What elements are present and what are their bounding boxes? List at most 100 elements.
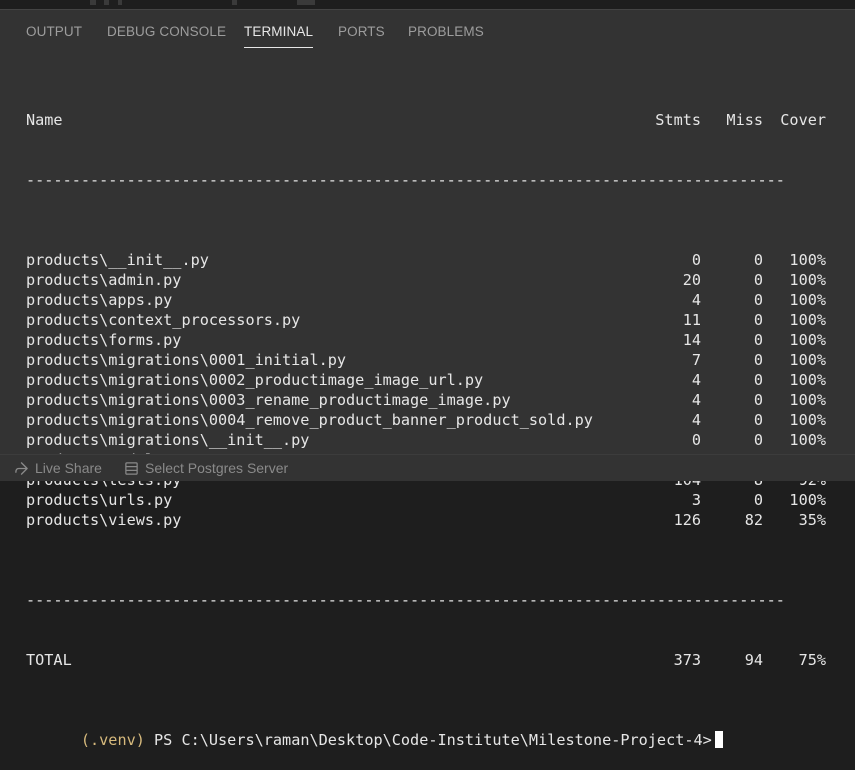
venv-indicator: (.venv): [80, 731, 145, 749]
editor-text-fragment: [104, 0, 109, 5]
coverage-row: products\migrations\__init__.py 0 0 100%: [26, 430, 826, 450]
live-share-label: Live Share: [35, 460, 102, 476]
status-bar: Live Share Select Postgres Server: [0, 454, 855, 481]
active-tab-indicator: [244, 47, 314, 48]
coverage-row: products\apps.py 4 0 100%: [26, 290, 826, 310]
file-path: products\migrations\__init__.py: [26, 431, 310, 449]
separator-line: ----------------------------------------…: [26, 170, 783, 190]
header-miss: Miss: [726, 111, 763, 129]
select-postgres-server-button[interactable]: Select Postgres Server: [124, 460, 288, 476]
bottom-panel: OUTPUT DEBUG CONSOLE TERMINAL PORTS PROB…: [0, 9, 855, 749]
cover-value: 100%: [789, 271, 826, 289]
coverage-row: products\admin.py 20 0 100%: [26, 270, 826, 290]
terminal-cursor: [714, 731, 723, 748]
stmts-value: 11: [682, 311, 701, 329]
tab-terminal[interactable]: TERMINAL: [244, 24, 314, 48]
stmts-value: 0: [691, 251, 701, 269]
coverage-row: products\views.py 126 82 35%: [26, 510, 826, 530]
miss-value: 0: [753, 351, 763, 369]
live-share-button[interactable]: Live Share: [14, 460, 102, 476]
miss-value: 0: [753, 311, 763, 329]
stmts-value: 4: [691, 371, 701, 389]
coverage-total-row: TOTAL 373 94 75%: [26, 650, 826, 670]
header-name: Name: [26, 111, 63, 129]
separator-text: ----------------------------------------…: [26, 591, 783, 609]
total-miss: 94: [744, 651, 763, 669]
cover-value: 35%: [798, 511, 826, 529]
file-path: products\migrations\0002_productimage_im…: [26, 371, 484, 389]
total-cover: 75%: [798, 651, 826, 669]
coverage-row: products\migrations\0002_productimage_im…: [26, 370, 826, 390]
file-path: products\context_processors.py: [26, 311, 301, 329]
tab-debug-console[interactable]: DEBUG CONSOLE: [107, 24, 226, 39]
miss-value: 0: [753, 291, 763, 309]
coverage-row: products\migrations\0003_rename_producti…: [26, 390, 826, 410]
editor-scrollbar-thumb[interactable]: [297, 0, 315, 5]
file-path: products\forms.py: [26, 331, 182, 349]
cover-value: 100%: [789, 311, 826, 329]
separator-text: ----------------------------------------…: [26, 171, 783, 189]
cover-value: 100%: [789, 291, 826, 309]
stmts-value: 4: [691, 391, 701, 409]
terminal-output[interactable]: Name Stmts Miss Cover ------------------…: [26, 70, 826, 770]
coverage-row: products\migrations\0004_remove_product_…: [26, 410, 826, 430]
coverage-rows: products\__init__.py 0 0 100% products\admin…: [26, 250, 826, 530]
miss-value: 0: [753, 331, 763, 349]
coverage-row: products\urls.py 3 0 100%: [26, 490, 826, 510]
miss-value: 0: [753, 371, 763, 389]
cover-value: 100%: [789, 251, 826, 269]
live-share-icon: [15, 461, 28, 475]
stmts-value: 20: [682, 271, 701, 289]
prompt-path: PS C:\Users\raman\Desktop\Code-Institute…: [144, 731, 712, 749]
editor-text-fragment: [118, 0, 122, 5]
total-name: TOTAL: [26, 651, 72, 669]
miss-value: 0: [753, 251, 763, 269]
stmts-value: 14: [682, 331, 701, 349]
stmts-value: 3: [691, 491, 701, 509]
tab-output[interactable]: OUTPUT: [26, 24, 82, 39]
cover-value: 100%: [789, 491, 826, 509]
coverage-row: products\forms.py 14 0 100%: [26, 330, 826, 350]
coverage-header-row: Name Stmts Miss Cover: [26, 110, 826, 130]
cover-value: 100%: [789, 371, 826, 389]
header-stmts: Stmts: [655, 111, 701, 129]
total-stmts: 373: [673, 651, 701, 669]
cover-value: 100%: [789, 351, 826, 369]
stmts-value: 126: [673, 511, 701, 529]
miss-value: 0: [753, 411, 763, 429]
miss-value: 82: [744, 511, 763, 529]
miss-value: 0: [753, 391, 763, 409]
stmts-value: 0: [691, 431, 701, 449]
separator-line: ----------------------------------------…: [26, 590, 783, 610]
editor-area-edge: [0, 0, 855, 9]
miss-value: 0: [753, 431, 763, 449]
database-icon: [125, 461, 138, 475]
coverage-row: products\migrations\0001_initial.py 7 0 100…: [26, 350, 826, 370]
cover-value: 100%: [789, 391, 826, 409]
file-path: products\__init__.py: [26, 251, 209, 269]
cover-value: 100%: [789, 431, 826, 449]
file-path: products\urls.py: [26, 491, 173, 509]
postgres-label: Select Postgres Server: [145, 460, 289, 476]
stmts-value: 7: [691, 351, 701, 369]
tab-problems[interactable]: PROBLEMS: [408, 24, 484, 39]
stmts-value: 4: [691, 291, 701, 309]
miss-value: 0: [753, 271, 763, 289]
shell-prompt-line[interactable]: (.venv) PS C:\Users\raman\Desktop\Code-I…: [26, 710, 826, 749]
tab-terminal-label: TERMINAL: [244, 24, 314, 39]
miss-value: 0: [753, 491, 763, 509]
file-path: products\apps.py: [26, 291, 173, 309]
panel-tab-bar: OUTPUT DEBUG CONSOLE TERMINAL PORTS PROB…: [0, 10, 855, 50]
cover-value: 100%: [789, 411, 826, 429]
coverage-row: products\__init__.py 0 0 100%: [26, 250, 826, 270]
file-path: products\migrations\0003_rename_producti…: [26, 391, 511, 409]
header-cover: Cover: [780, 111, 826, 129]
editor-text-fragment: [90, 0, 96, 5]
file-path: products\admin.py: [26, 271, 182, 289]
coverage-row: products\context_processors.py 11 0 100%: [26, 310, 826, 330]
stmts-value: 4: [691, 411, 701, 429]
tab-ports[interactable]: PORTS: [338, 24, 385, 39]
file-path: products\migrations\0004_remove_product_…: [26, 411, 593, 429]
file-path: products\views.py: [26, 511, 182, 529]
file-path: products\migrations\0001_initial.py: [26, 351, 347, 369]
